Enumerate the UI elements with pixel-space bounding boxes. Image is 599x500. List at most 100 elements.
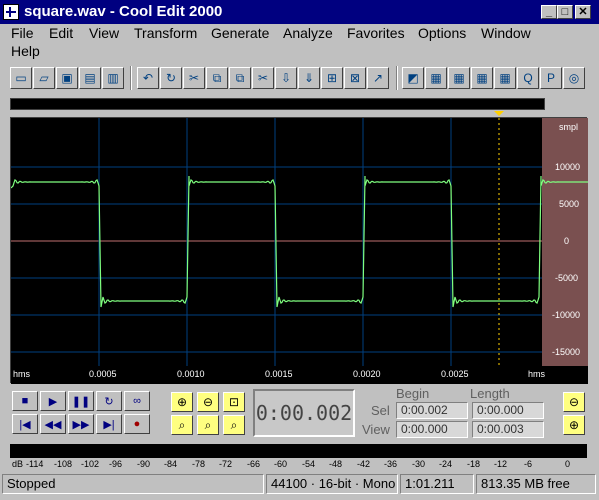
length-label: Length <box>470 386 510 401</box>
zoom-selection-icon[interactable]: ⌕ <box>171 415 193 435</box>
waveform-display[interactable]: smpl 10000 5000 0 -5000 -10000 -15000 hm… <box>10 117 588 384</box>
view-begin-field[interactable]: 0:00.000 <box>396 421 468 438</box>
level-tick: -6 <box>524 459 533 469</box>
level-tick: -18 <box>467 459 481 469</box>
toolbar-separator <box>396 66 398 90</box>
zoom-full-icon[interactable]: ⊡ <box>223 392 245 412</box>
overview-bar[interactable] <box>10 98 545 110</box>
amplitude-tick: 5000 <box>559 199 580 209</box>
time-tick: 0.0020 <box>353 369 381 379</box>
level-tick: -54 <box>302 459 316 469</box>
mix-paste-icon[interactable]: ✂ <box>183 67 205 89</box>
level-tick: -66 <box>247 459 261 469</box>
menu-bar: File Edit View Transform Generate Analyz… <box>0 24 599 62</box>
copy-to-new-icon[interactable]: ⧉ <box>229 67 251 89</box>
level-tick: -78 <box>192 459 206 469</box>
zoom-in-icon[interactable]: ⊕ <box>171 392 193 412</box>
level-tick: -36 <box>384 459 398 469</box>
trim-icon[interactable]: ⊞ <box>321 67 343 89</box>
level-tick: 0 <box>565 459 571 469</box>
loop-button[interactable]: ∞ <box>124 391 150 411</box>
menu-favorites[interactable]: Favorites <box>347 25 405 41</box>
level-tick: -72 <box>219 459 233 469</box>
waveform-chart[interactable] <box>11 118 588 384</box>
transport-controls: ■ ▶ ❚❚ ↻ ∞ |◀ ◀◀ ▶▶ ▶| ● <box>10 389 160 437</box>
menu-help[interactable]: Help <box>11 43 40 59</box>
menu-options[interactable]: Options <box>418 25 466 41</box>
fast-forward-button[interactable]: ▶▶ <box>68 414 94 434</box>
undo-icon[interactable]: ↶ <box>137 67 159 89</box>
rewind-button[interactable]: ◀◀ <box>40 414 66 434</box>
amplitude-ruler <box>542 118 588 384</box>
cue-play-icon[interactable]: P <box>540 67 562 89</box>
playhead-marker[interactable] <box>494 111 504 116</box>
stop-button[interactable]: ■ <box>12 391 38 411</box>
level-tick: -48 <box>329 459 343 469</box>
zoom-right-icon[interactable]: ⌕ <box>223 415 245 435</box>
maximize-button[interactable]: □ <box>557 5 573 19</box>
pause-button[interactable]: ❚❚ <box>68 391 94 411</box>
level-tick: -96 <box>109 459 123 469</box>
level-tick: -60 <box>274 459 288 469</box>
paste-icon[interactable]: ⇩ <box>275 67 297 89</box>
play-looped-button[interactable]: ↻ <box>96 391 122 411</box>
repeat-icon[interactable]: ↻ <box>160 67 182 89</box>
goto-begin-button[interactable]: |◀ <box>12 414 38 434</box>
level-unit: dB <box>12 459 24 469</box>
title-bar[interactable]: square.wav - Cool Edit 2000 _ □ ✕ <box>0 0 599 24</box>
cue-list-icon[interactable]: Q <box>517 67 539 89</box>
sel-length-field[interactable]: 0:00.000 <box>472 402 544 419</box>
save-all-icon[interactable]: ▤ <box>79 67 101 89</box>
frequency-analysis-icon[interactable]: ▦ <box>425 67 447 89</box>
level-tick: -114 <box>26 459 44 469</box>
menu-transform[interactable]: Transform <box>134 25 197 41</box>
goto-end-button[interactable]: ▶| <box>96 414 122 434</box>
time-tick: 0.0015 <box>265 369 293 379</box>
record-button[interactable]: ● <box>124 414 150 434</box>
level-tick: -30 <box>412 459 426 469</box>
zoom-out-vertical-icon[interactable]: ⊖ <box>563 392 585 412</box>
play-list-icon[interactable]: ↗ <box>367 67 389 89</box>
amplitude-tick: 0 <box>564 236 570 246</box>
grid-icon[interactable]: ▦ <box>448 67 470 89</box>
menu-edit[interactable]: Edit <box>49 25 73 41</box>
time-display: 0:00.002 <box>253 389 355 437</box>
toolbar: ▭ ▱ ▣ ▤ ▥ ↶ ↻ ✂ ⧉ ⧉ ✂ ⇩ ⇓ ⊞ ⊠ ↗ ◩ ▦ ▦ ▦ … <box>0 62 599 94</box>
play-button[interactable]: ▶ <box>40 391 66 411</box>
cut-icon[interactable]: ✂ <box>252 67 274 89</box>
spectral-view-icon[interactable]: ◩ <box>402 67 424 89</box>
grid-3-icon[interactable]: ▦ <box>494 67 516 89</box>
status-format: 44100 · 16-bit · Mono <box>266 474 398 494</box>
menu-file[interactable]: File <box>11 25 34 41</box>
paste-to-new-icon[interactable]: ⇓ <box>298 67 320 89</box>
menu-view[interactable]: View <box>89 25 119 41</box>
level-tick: -24 <box>439 459 453 469</box>
grid-2-icon[interactable]: ▦ <box>471 67 493 89</box>
time-unit-left: hms <box>13 369 31 379</box>
mix-icon[interactable]: ⊠ <box>344 67 366 89</box>
zoom-out-icon[interactable]: ⊖ <box>197 392 219 412</box>
view-length-field[interactable]: 0:00.003 <box>472 421 544 438</box>
zoom-in-vertical-icon[interactable]: ⊕ <box>563 415 585 435</box>
close-button[interactable]: ✕ <box>575 5 591 19</box>
status-free-space: 813.35 MB free <box>476 474 596 494</box>
level-scale: dB -114 -108 -102 -96 -90 -84 -78 -72 -6… <box>10 458 587 472</box>
open-file-icon[interactable]: ▱ <box>33 67 55 89</box>
level-tick: -12 <box>494 459 508 469</box>
menu-window[interactable]: Window <box>481 25 531 41</box>
window-title: square.wav - Cool Edit 2000 <box>24 3 223 20</box>
copy-icon[interactable]: ⧉ <box>206 67 228 89</box>
zoom-left-icon[interactable]: ⌕ <box>197 415 219 435</box>
view-label: View <box>362 422 390 437</box>
app-icon[interactable] <box>3 4 19 20</box>
close-file-icon[interactable]: ▥ <box>102 67 124 89</box>
save-icon[interactable]: ▣ <box>56 67 78 89</box>
sel-begin-field[interactable]: 0:00.002 <box>396 402 468 419</box>
menu-generate[interactable]: Generate <box>211 25 269 41</box>
menu-analyze[interactable]: Analyze <box>283 25 333 41</box>
cd-icon[interactable]: ◎ <box>563 67 585 89</box>
level-tick: -90 <box>137 459 151 469</box>
amplitude-tick: -10000 <box>552 310 581 320</box>
new-file-icon[interactable]: ▭ <box>10 67 32 89</box>
minimize-button[interactable]: _ <box>541 5 557 19</box>
